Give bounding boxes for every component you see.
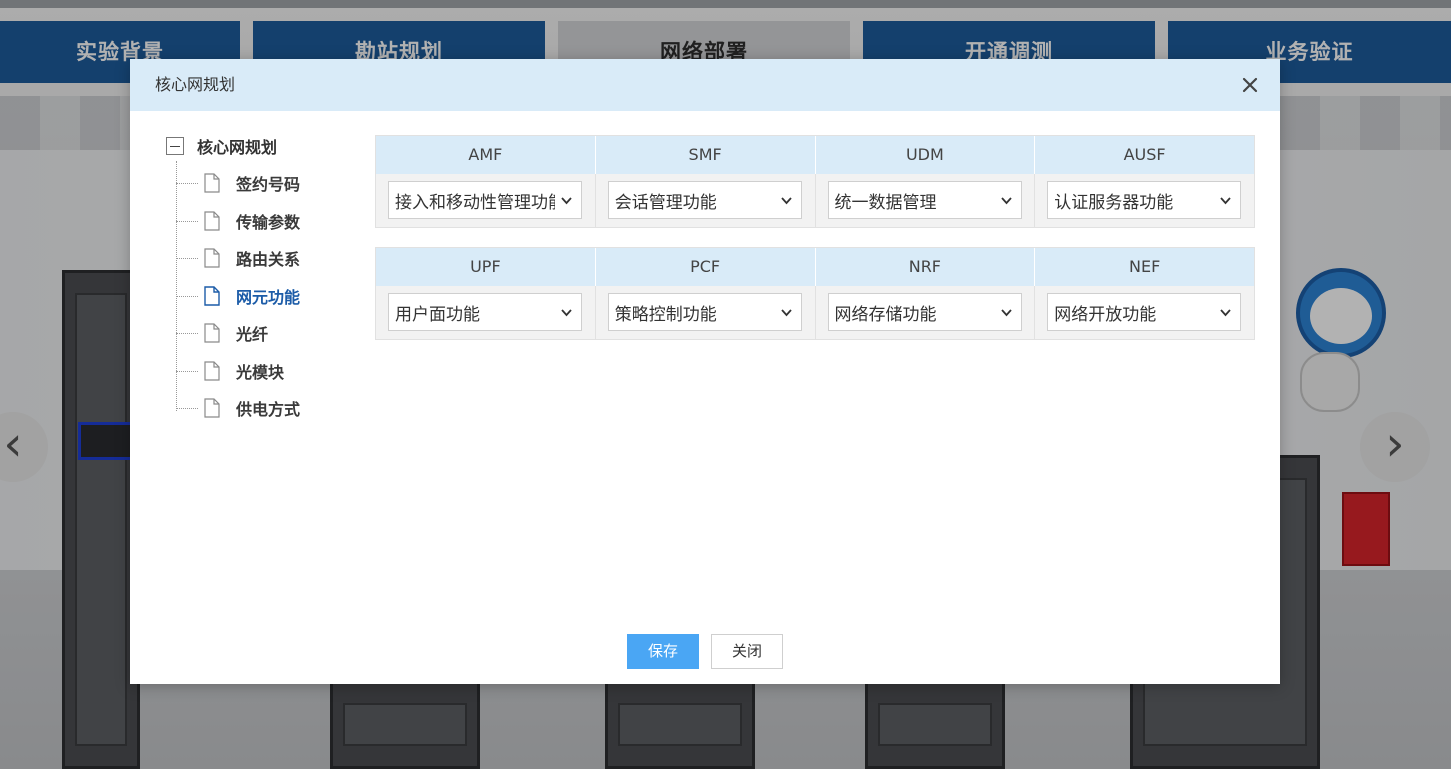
select-value: 接入和移动性管理功能	[395, 192, 555, 213]
nf-grid-1: AMF SMF UDM AUSF 接入和移动性管理功能 会话管理功能 统一数据管…	[375, 135, 1255, 228]
chevron-down-icon	[561, 309, 572, 317]
grid-header-row: UPF PCF NRF NEF	[376, 248, 1254, 286]
column-header-udm: UDM	[816, 136, 1036, 174]
tree-item-transport-params[interactable]: 传输参数	[176, 208, 300, 234]
document-icon	[204, 323, 220, 343]
smf-select[interactable]: 会话管理功能	[607, 181, 802, 219]
grid-header-row: AMF SMF UDM AUSF	[376, 136, 1254, 174]
document-icon	[204, 173, 220, 193]
chevron-down-icon	[561, 197, 572, 205]
chevron-down-icon	[781, 197, 792, 205]
column-header-pcf: PCF	[596, 248, 816, 286]
close-icon[interactable]	[1238, 73, 1262, 97]
column-header-nef: NEF	[1128, 257, 1161, 276]
tree-item-label: 光纤	[236, 325, 269, 344]
close-button[interactable]: 关闭	[711, 634, 783, 669]
tree-item-optical-module[interactable]: 光模块	[176, 358, 284, 384]
minus-box-icon[interactable]	[166, 137, 184, 155]
upf-select[interactable]: 用户面功能	[388, 293, 582, 331]
tree-item-label: 网元功能	[236, 288, 301, 307]
tree-root[interactable]: 核心网规划	[166, 133, 277, 159]
select-value: 网络开放功能	[1054, 304, 1157, 325]
column-header-smf: SMF	[596, 136, 816, 174]
nrf-select[interactable]: 网络存储功能	[827, 293, 1022, 331]
select-value: 网络存储功能	[834, 304, 937, 325]
grid-body-row: 用户面功能 策略控制功能 网络存储功能 网络开放功能	[376, 286, 1254, 339]
column-header-ausf: AUSF	[1123, 145, 1166, 164]
select-value: 会话管理功能	[614, 192, 717, 213]
column-header-upf: UPF	[376, 248, 596, 286]
chevron-down-icon	[1220, 309, 1231, 317]
column-header-amf: AMF	[376, 136, 596, 174]
save-button[interactable]: 保存	[627, 634, 699, 669]
tree-item-label: 签约号码	[236, 175, 301, 194]
chevron-down-icon	[1000, 197, 1012, 205]
tree-root-label: 核心网规划	[197, 138, 278, 157]
nf-grid-2: UPF PCF NRF NEF 用户面功能 策略控制功能 网络存储功能 网络开放…	[375, 247, 1255, 340]
core-network-planning-dialog: 核心网规划 核心网规划 签约号码 传输参数 路由关系 网元功能 光纤 光模块 供…	[130, 59, 1280, 684]
tree-item-routing[interactable]: 路由关系	[176, 245, 300, 271]
amf-select[interactable]: 接入和移动性管理功能	[388, 181, 582, 219]
select-value: 用户面功能	[395, 304, 480, 325]
select-value: 统一数据管理	[834, 192, 937, 213]
document-icon	[204, 361, 220, 381]
udm-select[interactable]: 统一数据管理	[827, 181, 1022, 219]
chevron-down-icon	[1000, 309, 1012, 317]
grid-body-row: 接入和移动性管理功能 会话管理功能 统一数据管理 认证服务器功能	[376, 174, 1254, 227]
column-header-nrf: NRF	[816, 248, 1036, 286]
tree-item-label: 供电方式	[236, 400, 301, 419]
tree-item-label: 光模块	[236, 363, 285, 382]
document-icon	[204, 211, 220, 231]
planning-tree: 核心网规划 签约号码 传输参数 路由关系 网元功能 光纤 光模块 供电方式	[166, 133, 356, 433]
document-icon	[204, 248, 220, 268]
pcf-select[interactable]: 策略控制功能	[607, 293, 802, 331]
nef-select[interactable]: 网络开放功能	[1047, 293, 1242, 331]
tree-item-fiber[interactable]: 光纤	[176, 320, 268, 346]
dialog-header: 核心网规划	[130, 59, 1280, 111]
tree-item-power-supply[interactable]: 供电方式	[176, 395, 300, 421]
document-icon	[204, 398, 220, 418]
select-value: 认证服务器功能	[1054, 192, 1174, 213]
chevron-down-icon	[781, 309, 792, 317]
ausf-select[interactable]: 认证服务器功能	[1047, 181, 1242, 219]
tree-item-label: 传输参数	[236, 213, 301, 232]
tree-item-label: 路由关系	[236, 250, 301, 269]
tree-item-network-functions[interactable]: 网元功能	[176, 283, 300, 309]
document-icon	[204, 286, 220, 306]
tree-item-subscription-number[interactable]: 签约号码	[176, 170, 300, 196]
dialog-title: 核心网规划	[155, 75, 236, 94]
chevron-down-icon	[1220, 197, 1231, 205]
select-value: 策略控制功能	[614, 304, 717, 325]
